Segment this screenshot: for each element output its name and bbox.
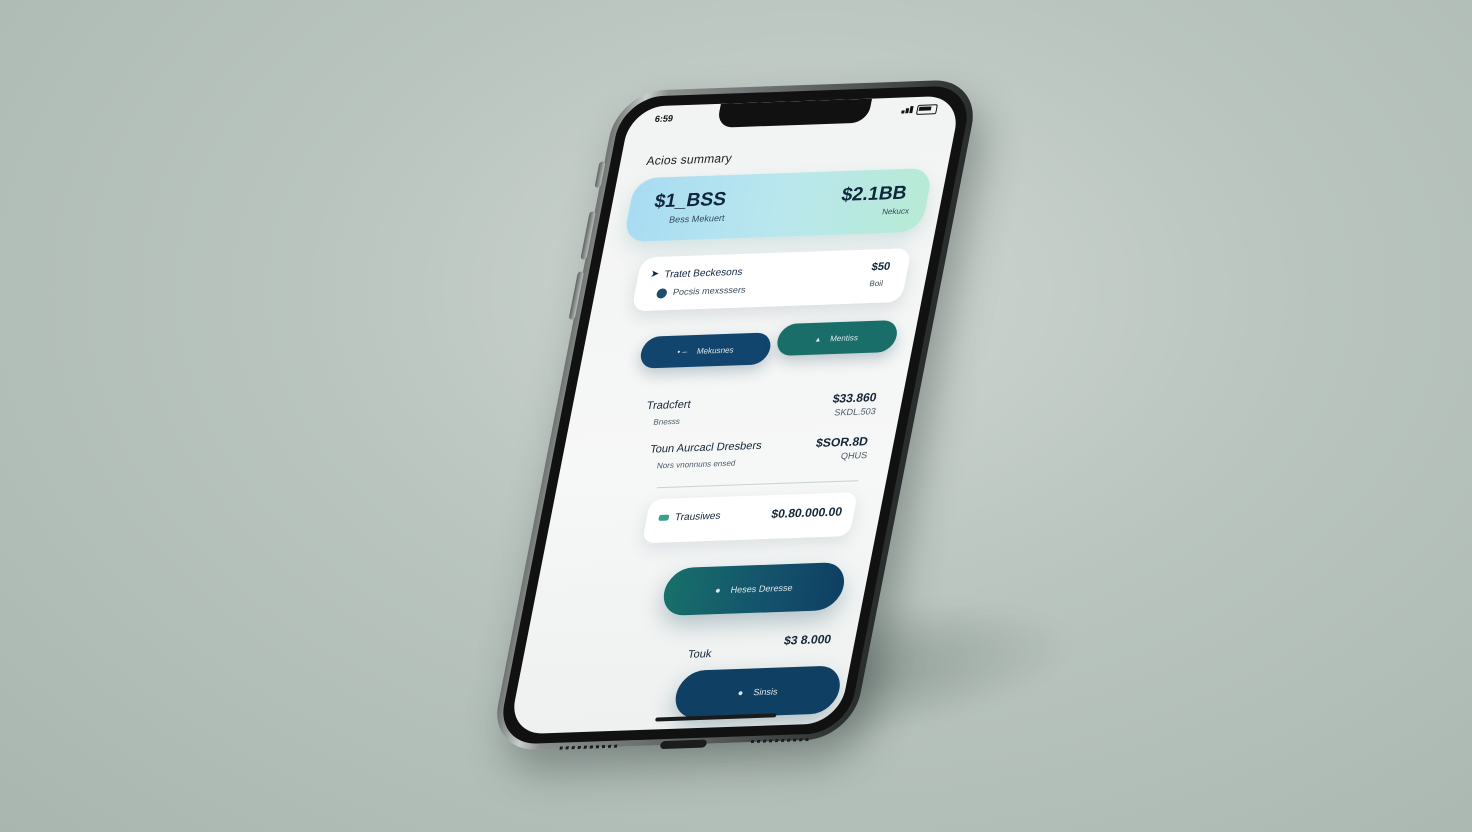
confirm-button-label: Sinsis <box>752 686 779 698</box>
home-indicator <box>654 713 777 722</box>
left-action-button[interactable]: • – Mekusnes <box>638 332 774 369</box>
list-item-amount: $SOR.8D <box>814 434 870 450</box>
primary-button[interactable]: ● Heses Deresse <box>659 561 849 617</box>
balance-right-amount: $2.1BB <box>839 182 909 206</box>
list-item-amount-sub: SKDL.503 <box>833 406 877 418</box>
total-label: Touk <box>686 648 713 661</box>
status-time: 6:59 <box>653 113 675 124</box>
balance-right-label: Nekucx <box>881 206 910 217</box>
action-row: • – Mekusnes ▴ Mentiss <box>638 319 907 371</box>
list-item-amount-sub: QHUS <box>840 450 869 461</box>
left-action-label: Mekusnes <box>696 345 735 356</box>
right-action-label: Mentiss <box>829 332 859 343</box>
transaction-subamount: Boil <box>868 278 884 289</box>
signal-icon <box>900 105 914 115</box>
primary-button-label: Heses Deresse <box>729 582 794 595</box>
link-icon: ● <box>714 585 722 596</box>
status-icons <box>900 104 938 115</box>
circle-icon <box>655 288 668 299</box>
transaction-subname: Pocsis mexsssers <box>672 284 747 298</box>
list-item-sub: Nors vnonnuns ensed <box>656 458 737 471</box>
balance-left-amount: $1_BSS <box>652 188 729 213</box>
group-row[interactable]: Trausiwes $0.80.000.00 <box>641 492 858 544</box>
divider <box>656 480 859 489</box>
total-amount: $3 8.000 <box>782 631 833 648</box>
balance-left-label: Bess Mekuert <box>668 212 726 225</box>
mute-switch <box>594 161 606 188</box>
list-item[interactable]: Toun Aurcacl Dresbers Nors vnonnuns ense… <box>641 434 875 470</box>
transaction-amount: $50 <box>870 260 892 274</box>
confirm-button[interactable]: ● Sinsis <box>671 665 845 719</box>
triangle-icon: ▴ <box>815 334 822 344</box>
right-action-button[interactable]: ▴ Mentiss <box>774 319 900 357</box>
tag-icon <box>658 514 670 521</box>
list-item-name: Tradcfert <box>645 398 692 413</box>
lock-icon: ● <box>736 687 745 698</box>
screen-title: Acios summary <box>645 151 734 168</box>
list-item-name: Toun Aurcacl Dresbers <box>648 439 763 456</box>
transaction-card[interactable]: ➤ Tratet Beckesons $50 Pocsis mexsssers … <box>631 248 912 312</box>
arrow-icon: ➤ <box>649 268 660 280</box>
list-item-sub: Bnesss <box>652 416 681 427</box>
charging-port <box>659 739 708 750</box>
transaction-name: Tratet Beckesons <box>663 266 744 281</box>
dot-icon: • – <box>676 346 688 356</box>
group-amount: $0.80.000.00 <box>770 504 844 521</box>
list-item[interactable]: Tradcfert Bnesss $33.860 SKDL.503 <box>638 390 884 427</box>
balance-card[interactable]: $1_BSS Bess Mekuert $2.1BB Nekucx <box>622 167 934 243</box>
group-name: Trausiwes <box>673 510 722 524</box>
battery-icon <box>915 104 938 115</box>
list-item-amount: $33.860 <box>831 390 878 406</box>
